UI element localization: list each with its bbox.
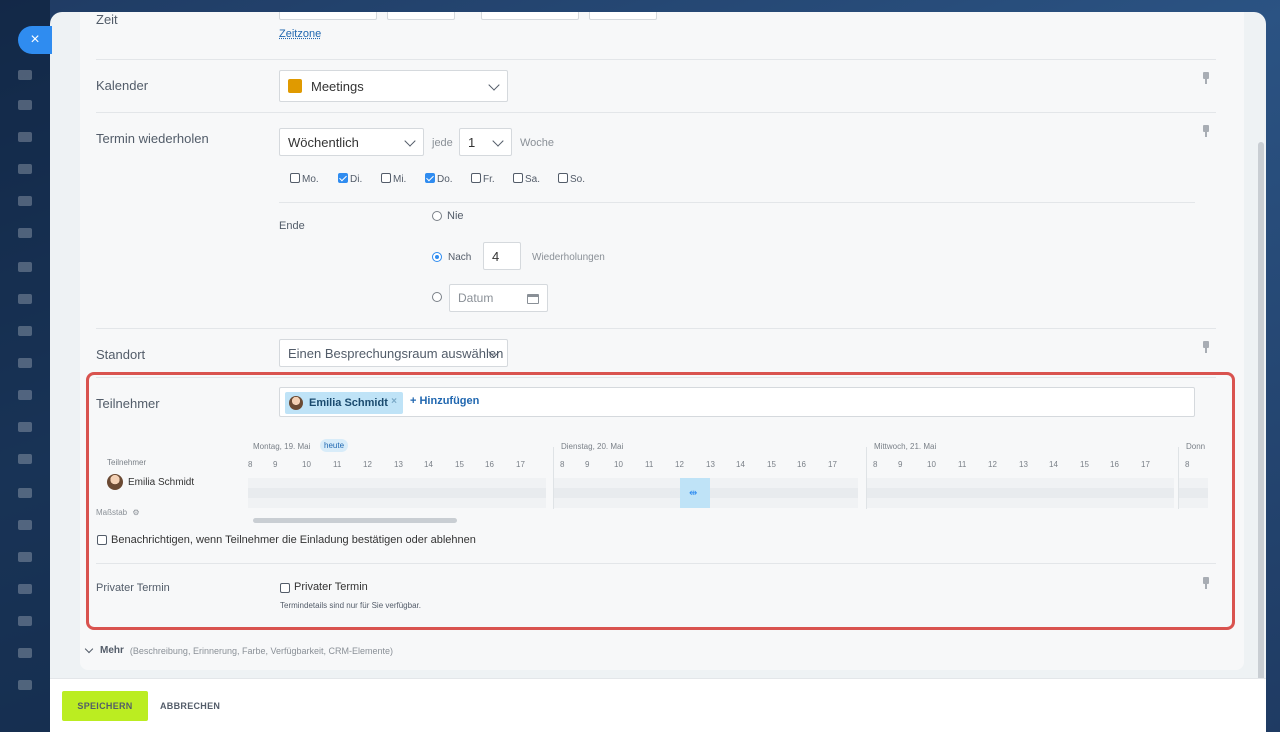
form-footer: SPEICHERN ABBRECHEN <box>50 678 1266 732</box>
end-label: Ende <box>279 220 305 232</box>
repeat-interval-select[interactable]: 1 <box>459 128 512 156</box>
pin-icon[interactable] <box>1202 125 1210 137</box>
divider <box>279 202 1195 203</box>
close-icon: × <box>30 31 40 48</box>
timezone-link[interactable]: Zeitzone <box>279 28 321 40</box>
chevron-down-icon <box>488 79 500 91</box>
rail-icon[interactable] <box>18 552 32 562</box>
end-time-input[interactable] <box>589 12 657 20</box>
end-never-radio[interactable] <box>432 211 442 221</box>
weekday-checkbox-do[interactable] <box>425 173 435 183</box>
time-label: Zeit <box>96 12 118 27</box>
chevron-down-icon <box>84 644 94 654</box>
end-after-count-value: 4 <box>492 248 500 264</box>
calendar-color-swatch <box>288 79 302 93</box>
end-date-placeholder: Datum <box>458 291 494 305</box>
rail-icon[interactable] <box>18 422 32 432</box>
close-slider-button[interactable]: × <box>18 26 52 54</box>
rail-icon[interactable] <box>18 454 32 464</box>
rail-icon[interactable] <box>18 520 32 530</box>
rail-icon[interactable] <box>18 358 32 368</box>
rail-icon[interactable] <box>18 584 32 594</box>
location-select-value: Einen Besprechungsraum auswählen <box>288 345 504 361</box>
chevron-down-icon <box>492 135 504 147</box>
highlight-annotation <box>86 372 1235 630</box>
pin-icon[interactable] <box>1202 72 1210 84</box>
calendar-icon <box>527 294 539 304</box>
weekday-label: So. <box>570 174 586 185</box>
end-date-input[interactable]: Datum <box>449 284 548 312</box>
rail-icon[interactable] <box>18 326 32 336</box>
repeat-label: Termin wiederholen <box>96 131 209 146</box>
repeat-interval-value: 1 <box>468 134 476 150</box>
weekday-label: Do. <box>437 174 453 185</box>
weekday-label: Mi. <box>393 174 407 185</box>
more-label: Mehr <box>100 645 124 656</box>
end-after-count-input[interactable]: 4 <box>483 242 521 270</box>
end-date-input[interactable] <box>481 12 579 20</box>
repeat-frequency-select[interactable]: Wöchentlich <box>279 128 424 156</box>
rail-icon[interactable] <box>18 100 32 110</box>
rail-icon[interactable] <box>18 390 32 400</box>
more-details: (Beschreibung, Erinnerung, Farbe, Verfüg… <box>129 645 394 656</box>
repeat-unit-label: Woche <box>520 137 555 149</box>
divider <box>96 112 1216 113</box>
rail-icon[interactable] <box>18 164 32 174</box>
divider <box>96 59 1216 60</box>
location-select[interactable]: Einen Besprechungsraum auswählen <box>279 339 508 367</box>
repeat-frequency-value: Wöchentlich <box>288 134 359 150</box>
start-date-input[interactable] <box>279 12 377 20</box>
panel-scrollbar[interactable] <box>1258 142 1264 682</box>
weekday-checkbox-mi[interactable] <box>381 173 391 183</box>
calendar-select[interactable]: Meetings <box>279 70 508 102</box>
rail-icon[interactable] <box>18 488 32 498</box>
weekday-checkbox-mo[interactable] <box>290 173 300 183</box>
rail-icon[interactable] <box>18 680 32 690</box>
repeat-every-label: jede <box>432 137 453 149</box>
weekday-checkbox-so[interactable] <box>558 173 568 183</box>
left-navigation-rail <box>0 0 50 732</box>
cancel-button[interactable]: ABBRECHEN <box>160 691 220 721</box>
chevron-down-icon <box>404 135 416 147</box>
rail-icon[interactable] <box>18 196 32 206</box>
rail-icon[interactable] <box>18 70 32 80</box>
divider <box>96 328 1216 329</box>
end-date-radio[interactable] <box>432 292 442 302</box>
weekday-label: Sa. <box>525 174 541 185</box>
rail-icon[interactable] <box>18 228 32 238</box>
end-after-unit-label: Wiederholungen <box>532 252 605 263</box>
rail-icon[interactable] <box>18 616 32 626</box>
weekday-label: Mo. <box>302 174 319 185</box>
location-label: Standort <box>96 347 146 362</box>
weekday-checkbox-sa[interactable] <box>513 173 523 183</box>
pin-icon[interactable] <box>1202 341 1210 353</box>
weekday-checkbox-di[interactable] <box>338 173 348 183</box>
rail-icon[interactable] <box>18 262 32 272</box>
weekday-label: Di. <box>350 174 363 185</box>
rail-icon[interactable] <box>18 132 32 142</box>
more-toggle[interactable]: Mehr (Beschreibung, Erinnerung, Farbe, V… <box>84 644 394 656</box>
start-time-input[interactable] <box>387 12 455 20</box>
save-button[interactable]: SPEICHERN <box>62 691 148 721</box>
calendar-label: Kalender <box>96 78 149 93</box>
calendar-select-value: Meetings <box>311 78 364 94</box>
end-never-label: Nie <box>447 210 464 222</box>
rail-icon[interactable] <box>18 294 32 304</box>
event-edit-panel: Zeit Zeitzone Kalender Meetings Termin w… <box>50 12 1266 732</box>
rail-icon[interactable] <box>18 648 32 658</box>
weekday-label: Fr. <box>483 174 495 185</box>
end-after-label: Nach <box>448 252 472 263</box>
end-after-radio[interactable] <box>432 252 442 262</box>
weekday-checkbox-fr[interactable] <box>471 173 481 183</box>
